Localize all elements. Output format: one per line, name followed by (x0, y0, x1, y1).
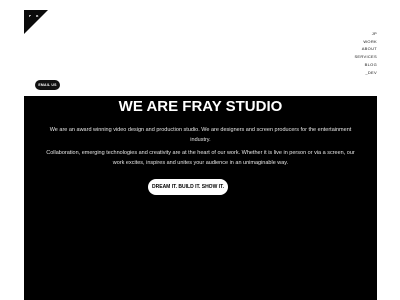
email-us-button[interactable]: EMAIL US (35, 80, 60, 90)
nav-item-services[interactable]: SERVICES (317, 53, 377, 61)
nav-item-about[interactable]: ABOUT (317, 45, 377, 53)
nav-item-dev[interactable]: _DEV (317, 69, 377, 77)
main-nav: JP WORK ABOUT SERVICES BLOG _DEV (317, 30, 377, 76)
hero-section: WE ARE FRAY STUDIO We are an award winni… (24, 96, 377, 300)
logo-text: F R A Y (29, 14, 55, 18)
hero-intro-paragraph: We are an award winning video design and… (49, 127, 352, 143)
nav-item-jp[interactable]: JP (317, 30, 377, 38)
nav-item-blog[interactable]: BLOG (317, 61, 377, 69)
hero-collaboration-paragraph: Collaboration, emerging technologies and… (46, 150, 355, 166)
hero-title: WE ARE FRAY STUDIO (118, 98, 283, 115)
dream-build-show-button[interactable]: DREAM IT. BUILD IT. SHOW IT. (148, 179, 228, 195)
nav-item-work[interactable]: WORK (317, 38, 377, 46)
